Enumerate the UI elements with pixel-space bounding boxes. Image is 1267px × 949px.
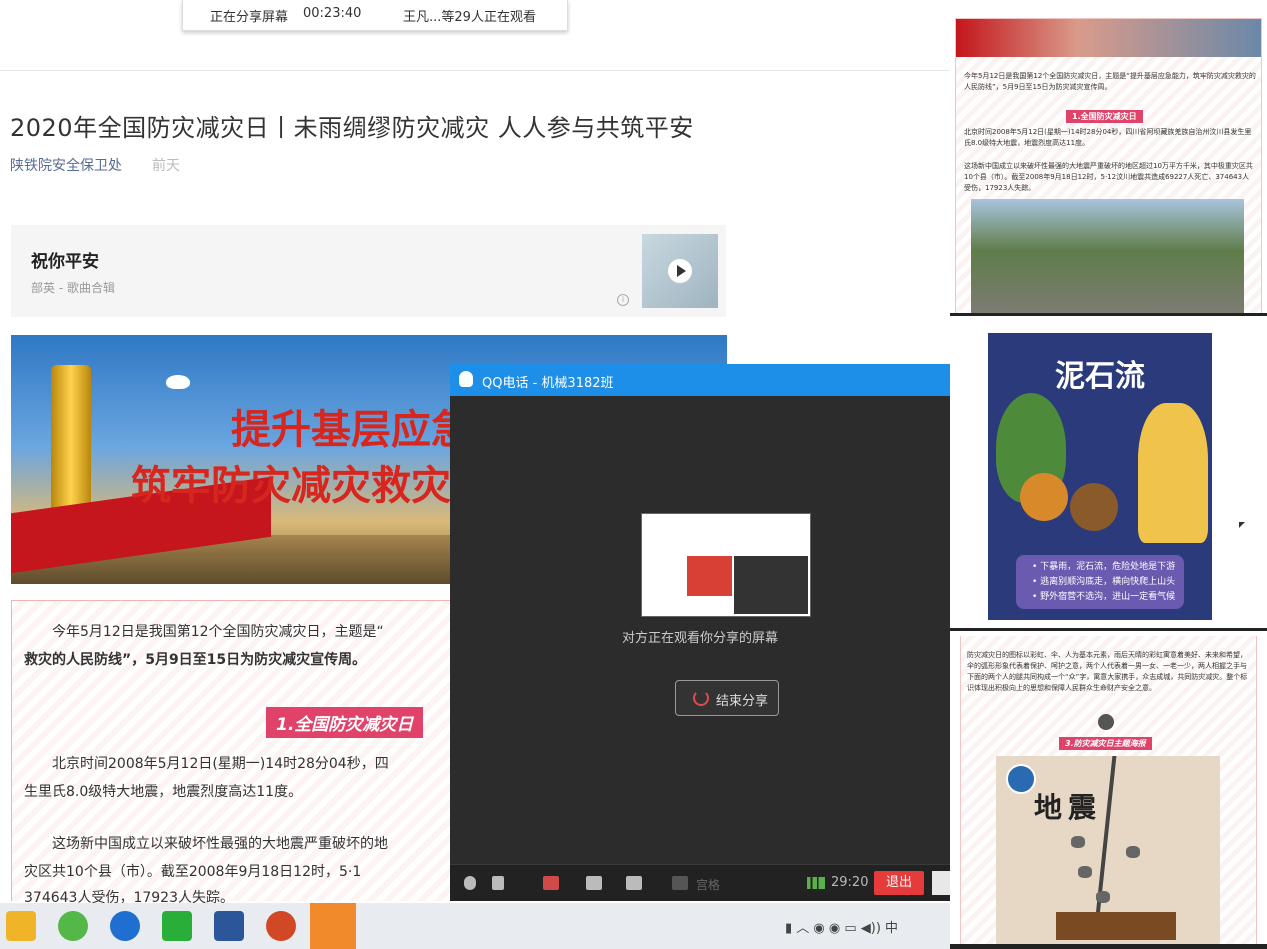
browser-icon[interactable] (58, 911, 88, 941)
share-elapsed-time: 00:23:40 (303, 6, 362, 21)
play-icon[interactable] (668, 259, 692, 283)
mascot-icon (1098, 714, 1114, 730)
paragraph-line: 北京时间2008年5月12日(星期一)14时28分04秒，四 (52, 756, 389, 772)
panel-banner (956, 19, 1261, 57)
power-icon (693, 690, 709, 706)
grid-view-label[interactable]: 宫格 (696, 876, 720, 893)
microphone-icon[interactable] (464, 876, 476, 890)
article-title: 2020年全国防灾减灾日丨未雨绸缪防灾减灾 人人参与共筑平安 (10, 114, 694, 142)
preview-thumbnail-part (687, 556, 732, 596)
call-timer: 29:20 (831, 875, 869, 890)
preview-paragraph: 北京时间2008年5月12日(星期一)14时28分04秒，四川省阿坝藏族羌族自治… (964, 128, 1252, 147)
music-title: 祝你平安 (31, 252, 99, 272)
preview-paragraph: 今年5月12日是我国第12个全国防灾减灾日，主题是“提升基层应急能力，筑牢防灾减… (964, 72, 1256, 91)
speaker-icon[interactable] (492, 876, 504, 890)
qq-logo-icon (459, 371, 473, 387)
preview-paragraph: 防灾减灾日的图标以彩虹、伞、人为基本元素，雨后天晴的彩虹寓意着美好、未来和希望，… (967, 651, 1248, 692)
article-body: 今年5月12日是我国第12个全国防灾减灾日，主题是“ 救灾的人民防线”，5月9日… (11, 600, 452, 906)
qq-call-window[interactable]: QQ电话 - 机械3182班 对方正在观看你分享的屏幕 结束分享 宫格 29:2… (450, 364, 950, 901)
qq-title-bar[interactable]: QQ电话 - 机械3182班 (450, 364, 950, 396)
mud-monster-illustration (1138, 403, 1208, 543)
watching-status-text: 对方正在观看你分享的屏幕 (621, 631, 778, 646)
banner-headline-2: 筑牢防灾减灾救灾 (131, 462, 451, 509)
shared-screen-preview (641, 513, 811, 617)
rock-illustration (1071, 836, 1085, 848)
banner-headline-1: 提升基层应急 (231, 406, 471, 453)
preview-thumbnail-part (734, 556, 808, 614)
music-artist: 部英 - 歌曲合辑 (31, 281, 115, 295)
paragraph-line: 今年5月12日是我国第12个全国防灾减灾日，主题是“ (52, 624, 384, 640)
edge-icon[interactable] (110, 911, 140, 941)
article-preview-panel[interactable]: 今年5月12日是我国第12个全国防灾减灾日，主题是“提升基层应急能力，筑牢防灾减… (955, 18, 1262, 315)
preview-paragraph: 这场新中国成立以来破坏性最强的大地震严重破坏的地区超过10万平方千米，其中极重灾… (964, 162, 1253, 192)
music-cover[interactable] (642, 234, 718, 308)
divider (0, 70, 950, 71)
rock-illustration (1126, 846, 1140, 858)
info-icon[interactable]: i (617, 294, 629, 306)
preview-section-heading: 3.防灾减灾日主题海报 (1059, 737, 1152, 750)
qq-call-title: QQ电话 - 机械3182班 (482, 376, 614, 391)
word-icon[interactable] (214, 911, 244, 941)
paragraph-line: 生里氏8.0级特大地震，地震烈度高达11度。 (24, 784, 303, 800)
music-card[interactable]: 祝你平安 部英 - 歌曲合辑 i (11, 225, 726, 317)
cartoon-animal (1070, 483, 1118, 531)
table-illustration (1056, 912, 1176, 940)
poster-title: 泥石流 (1055, 359, 1145, 394)
mudslide-poster[interactable]: 泥石流 • 下暴雨，泥石流，危险处地是下游 • 逃离别顺沟底走，横向快爬上山头 … (988, 333, 1212, 620)
poster-tip: • 野外宿营不选沟，进山一定看气候 (1032, 592, 1176, 602)
grid-view-icon[interactable] (672, 876, 688, 890)
camera-off-icon[interactable] (543, 876, 559, 890)
screen-share-icon[interactable] (586, 876, 602, 890)
file-explorer-icon[interactable] (6, 911, 36, 941)
preview-section-heading: 1.全国防灾减灾日 (1066, 110, 1143, 123)
poster-tip: • 逃离别顺沟底走，横向快爬上山头 (1032, 577, 1176, 587)
mouse-cursor-icon (1239, 522, 1245, 528)
paragraph-line: 救灾的人民防线”，5月9日至15日为防灾减灾宣传周。 (24, 652, 367, 668)
screen-share-status-bar: 正在分享屏幕 00:23:40 王凡...等29人正在观看 (182, 0, 568, 31)
cartoon-animal (1020, 473, 1068, 521)
earthquake-poster: 地震 (996, 756, 1220, 949)
call-toolbar: 宫格 29:20 退出 (450, 864, 950, 901)
rock-illustration (1078, 866, 1092, 878)
qq-taskbar-icon[interactable] (310, 903, 356, 949)
wechat-icon[interactable] (162, 911, 192, 941)
powerpoint-icon[interactable] (266, 911, 296, 941)
earthquake-ruins-photo (971, 199, 1244, 314)
divider (950, 944, 1267, 949)
exit-call-button[interactable]: 退出 (874, 871, 924, 895)
section-heading: 1.全国防灾减灾日 (266, 707, 424, 738)
poster-tip: • 下暴雨，泥石流，危险处地是下游 (1032, 562, 1176, 572)
system-tray[interactable]: ▮ ︿ ◉ ◉ ▭ ◀)) 中 (785, 917, 898, 936)
paragraph-line: 这场新中国成立以来破坏性最强的大地震严重破坏的地 (52, 836, 388, 852)
end-share-button[interactable]: 结束分享 (675, 680, 779, 716)
dove-icon (166, 375, 190, 389)
divider (950, 628, 1267, 631)
article-date: 前天 (152, 158, 180, 174)
end-share-label: 结束分享 (716, 694, 769, 709)
share-viewers-text: 王凡...等29人正在观看 (403, 10, 536, 25)
poster-tips-box: • 下暴雨，泥石流，危险处地是下游 • 逃离别顺沟底走，横向快爬上山头 • 野外… (1016, 555, 1184, 609)
signal-strength-icon (807, 877, 825, 889)
article-preview-panel[interactable]: 防灾减灾日的图标以彩虹、伞、人为基本元素，雨后天晴的彩虹寓意着美好、未来和希望，… (960, 636, 1257, 949)
whiteboard-icon[interactable] (626, 876, 642, 890)
share-status-text: 正在分享屏幕 (210, 10, 289, 25)
divider (950, 313, 1267, 316)
rock-illustration (1096, 891, 1110, 903)
windows-taskbar: ▮ ︿ ◉ ◉ ▭ ◀)) 中 (0, 903, 950, 949)
more-button[interactable] (932, 871, 950, 895)
poster-title: 地震 (1034, 791, 1103, 824)
badge-icon (1006, 764, 1036, 794)
article-source-link[interactable]: 陕铁院安全保卫处 (10, 155, 122, 175)
